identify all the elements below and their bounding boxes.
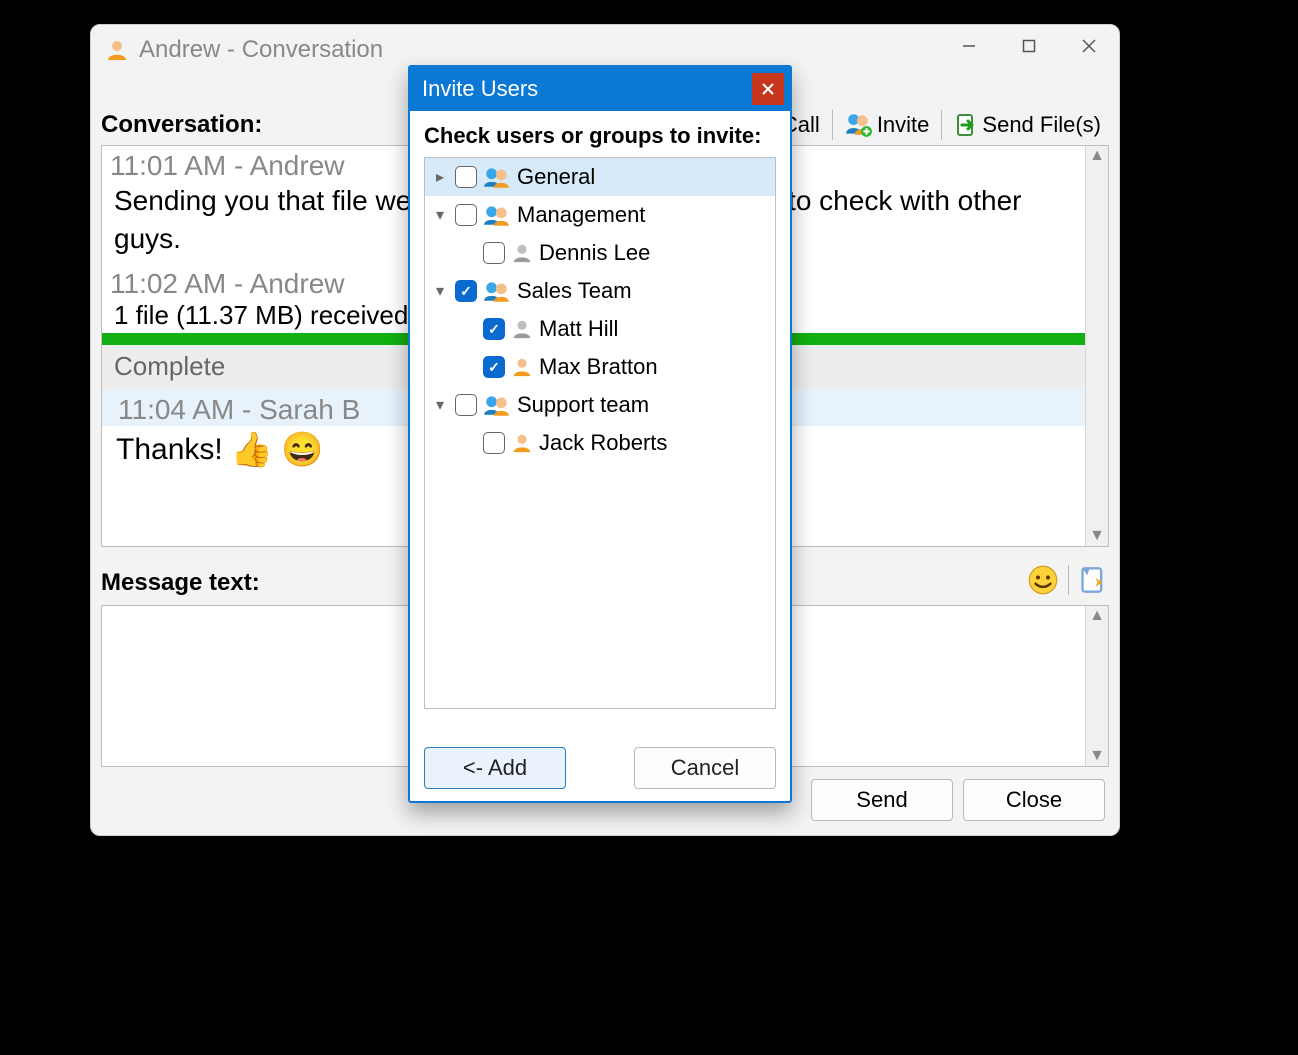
user-checkbox[interactable] (483, 432, 505, 454)
group-checkbox[interactable] (455, 204, 477, 226)
user-label: Jack Roberts (539, 430, 667, 456)
emoji-picker-button[interactable] (1028, 565, 1058, 595)
scroll-down-icon[interactable]: ▼ (1086, 746, 1108, 766)
group-icon (483, 393, 511, 417)
user-icon (511, 355, 533, 379)
dialog-title: Invite Users (422, 76, 538, 102)
tree-group[interactable]: ▾ Management (425, 196, 775, 234)
toolbar-separator (832, 110, 833, 140)
invite-button[interactable]: Invite (837, 112, 938, 138)
quick-message-button[interactable] (1079, 565, 1107, 595)
group-icon (483, 203, 511, 227)
thumbs-up-emoji: 👍 (231, 430, 273, 470)
scroll-down-icon[interactable]: ▼ (1086, 526, 1108, 546)
send-file-button[interactable]: Send File(s) (946, 112, 1109, 138)
user-tree[interactable]: ▸ General ▾ Management Dennis Lee ▾ Sales Team… (424, 157, 776, 709)
message-text-label: Message text: (101, 569, 260, 597)
add-label: <- Add (463, 755, 527, 781)
tree-user[interactable]: Jack Roberts (425, 424, 775, 462)
user-checkbox[interactable] (483, 242, 505, 264)
chevron-down-icon[interactable]: ▾ (431, 395, 449, 415)
invite-users-dialog: Invite Users Check users or groups to in… (408, 65, 792, 803)
send-file-label: Send File(s) (982, 112, 1101, 138)
chevron-down-icon[interactable]: ▾ (431, 281, 449, 301)
scroll-up-icon[interactable]: ▲ (1086, 146, 1108, 166)
tree-group[interactable]: ▾ Sales Team (425, 272, 775, 310)
close-window-button[interactable] (1059, 25, 1119, 67)
invite-icon (845, 112, 873, 138)
group-checkbox[interactable] (455, 394, 477, 416)
reply-text: Thanks! (116, 433, 223, 467)
chevron-down-icon[interactable]: ▾ (431, 205, 449, 225)
icon-separator (1068, 565, 1069, 595)
dialog-instruction: Check users or groups to invite: (410, 111, 790, 157)
window-controls (939, 25, 1119, 67)
tree-user[interactable]: Dennis Lee (425, 234, 775, 272)
tree-user[interactable]: Max Bratton (425, 348, 775, 386)
group-checkbox[interactable] (455, 166, 477, 188)
chevron-right-icon[interactable]: ▸ (431, 167, 449, 187)
group-icon (483, 165, 511, 189)
app-user-icon (105, 38, 129, 62)
cancel-label: Cancel (671, 755, 739, 781)
tree-group[interactable]: ▾ Support team (425, 386, 775, 424)
close-label: Close (1006, 787, 1062, 813)
minimize-button[interactable] (939, 25, 999, 67)
scroll-up-icon[interactable]: ▲ (1086, 606, 1108, 626)
tree-user[interactable]: Matt Hill (425, 310, 775, 348)
dialog-close-button[interactable] (752, 73, 784, 105)
conversation-scrollbar[interactable]: ▲ ▼ (1085, 146, 1108, 546)
group-label: General (517, 164, 595, 190)
group-icon (483, 279, 511, 303)
maximize-button[interactable] (999, 25, 1059, 67)
user-label: Max Bratton (539, 354, 658, 380)
user-icon (511, 431, 533, 455)
input-scrollbar[interactable]: ▲ ▼ (1085, 606, 1108, 766)
close-button[interactable]: Close (963, 779, 1105, 821)
grin-emoji: 😄 (281, 430, 323, 470)
toolbar-separator (941, 110, 942, 140)
user-icon (511, 241, 533, 265)
send-file-icon (954, 112, 978, 138)
user-label: Matt Hill (539, 316, 618, 342)
user-checkbox[interactable] (483, 356, 505, 378)
dialog-title-bar[interactable]: Invite Users (410, 67, 790, 111)
send-button[interactable]: Send (811, 779, 953, 821)
tree-group[interactable]: ▸ General (425, 158, 775, 196)
user-label: Dennis Lee (539, 240, 650, 266)
user-icon (511, 317, 533, 341)
group-label: Management (517, 202, 645, 228)
user-checkbox[interactable] (483, 318, 505, 340)
conversation-label: Conversation: (101, 111, 262, 139)
group-checkbox[interactable] (455, 280, 477, 302)
invite-label: Invite (877, 112, 930, 138)
group-label: Support team (517, 392, 649, 418)
add-button[interactable]: <- Add (424, 747, 566, 789)
send-label: Send (856, 787, 907, 813)
group-label: Sales Team (517, 278, 632, 304)
window-title: Andrew - Conversation (139, 36, 383, 64)
cancel-button[interactable]: Cancel (634, 747, 776, 789)
